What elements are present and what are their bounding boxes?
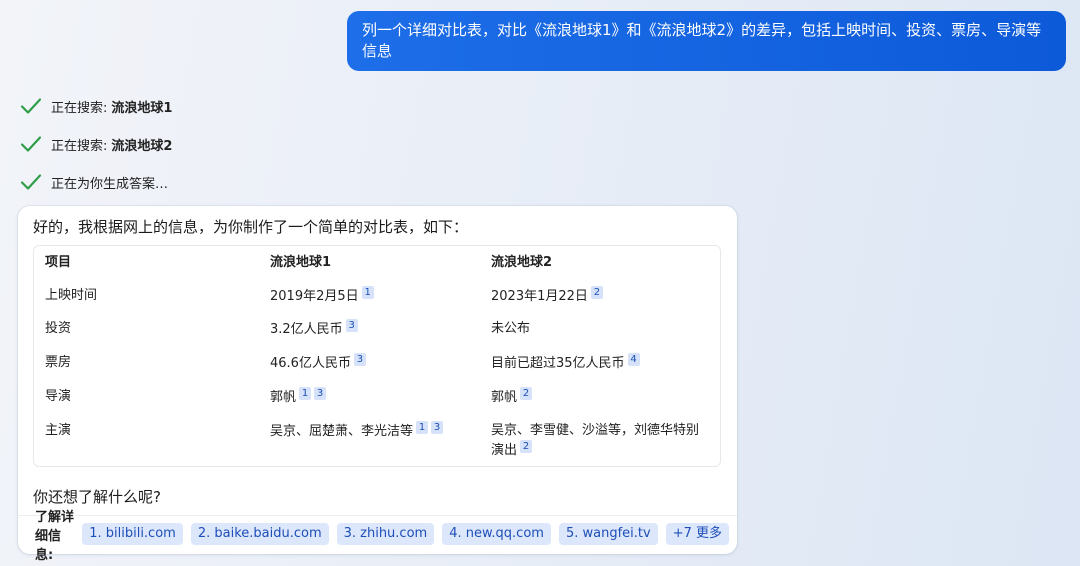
- table-cell: 46.6亿人民币 3: [270, 353, 366, 373]
- checkmark-icon: [20, 174, 42, 190]
- source-chip-qq[interactable]: 4. new.qq.com: [442, 523, 551, 545]
- divider: [18, 515, 737, 516]
- cell-text: 郭帆: [270, 390, 297, 405]
- cell-text: 郭帆: [491, 390, 518, 405]
- citation-badge[interactable]: 1: [299, 387, 312, 400]
- checkmark-icon: [20, 136, 42, 152]
- table-header-film1: 流浪地球1: [270, 255, 332, 270]
- citation-badge[interactable]: 2: [590, 286, 603, 299]
- search-step-prefix: 正在搜索:: [51, 138, 108, 154]
- followup-question: 你还想了解什么呢?: [33, 488, 161, 506]
- search-step-2: 正在搜索: 流浪地球2: [20, 133, 172, 155]
- comparison-table: 项目 流浪地球1 流浪地球2 上映时间 2019年2月5日 1 2023年1月22…: [33, 245, 721, 467]
- citation-badge[interactable]: 4: [627, 353, 640, 366]
- table-row-label: 投资: [45, 321, 72, 336]
- table-row-label: 主演: [45, 423, 72, 438]
- table-cell: 2019年2月5日 1: [270, 286, 374, 306]
- cell-text: 演出: [491, 443, 518, 458]
- learn-more-label: 了解详细信息:: [35, 509, 75, 563]
- table-cell: 郭帆 1 3: [270, 387, 327, 407]
- search-step-prefix: 正在搜索:: [51, 100, 108, 116]
- cell-text: 目前已超过35亿人民币: [491, 356, 625, 371]
- source-chip-wangfei[interactable]: 5. wangfei.tv: [558, 523, 658, 545]
- source-chip-baike[interactable]: 2. baike.baidu.com: [190, 523, 329, 545]
- table-cell: 吴京、屈楚萧、李光洁等 1 3: [270, 421, 444, 441]
- generating-step-text: 正在为你生成答案…: [51, 176, 169, 192]
- source-chip-bilibili[interactable]: 1. bilibili.com: [82, 523, 183, 545]
- cell-text: 吴京、屈楚萧、李光洁等: [270, 424, 414, 439]
- table-cell: 3.2亿人民币 3: [270, 319, 358, 339]
- citation-badge[interactable]: 1: [361, 286, 374, 299]
- citation-badge[interactable]: 3: [345, 319, 358, 332]
- generating-step: 正在为你生成答案…: [20, 171, 168, 193]
- checkmark-icon: [20, 98, 42, 114]
- table-header-item: 项目: [45, 255, 72, 270]
- cell-text: 2023年1月22日: [491, 289, 588, 304]
- cell-text: 46.6亿人民币: [270, 356, 351, 371]
- source-chip-zhihu[interactable]: 3. zhihu.com: [336, 523, 435, 545]
- citation-badge[interactable]: 1: [416, 421, 429, 434]
- cell-text: 3.2亿人民币: [270, 322, 343, 337]
- search-step-term: 流浪地球2: [111, 138, 173, 154]
- learn-more-row: 了解详细信息: 1. bilibili.com 2. baike.baidu.c…: [35, 510, 737, 563]
- cell-text-line: 吴京、李雪健、沙溢等，刘德华特别: [491, 423, 700, 438]
- table-row-label: 导演: [45, 389, 72, 404]
- search-step-1: 正在搜索: 流浪地球1: [20, 95, 172, 117]
- citation-badge[interactable]: 2: [520, 440, 533, 453]
- citation-badge[interactable]: 3: [314, 387, 327, 400]
- answer-intro: 好的，我根据网上的信息，为你制作了一个简单的对比表，如下：: [33, 218, 469, 236]
- table-row-label: 票房: [45, 355, 72, 370]
- citation-badge[interactable]: 2: [520, 387, 533, 400]
- table-row-label: 上映时间: [45, 288, 98, 303]
- table-cell: 吴京、李雪健、沙溢等，刘德华特别 演出 2: [491, 421, 699, 460]
- cell-text-line-2: 演出 2: [491, 440, 699, 460]
- table-cell: 郭帆 2: [491, 387, 533, 407]
- citation-badge[interactable]: 3: [431, 421, 444, 434]
- citation-badge[interactable]: 3: [353, 353, 366, 366]
- search-step-term: 流浪地球1: [111, 100, 173, 116]
- cell-text: 2019年2月5日: [270, 289, 359, 304]
- user-message-bubble: 列一个详细对比表，对比《流浪地球1》和《流浪地球2》的差异，包括上映时间、投资、…: [347, 11, 1066, 71]
- answer-card: 好的，我根据网上的信息，为你制作了一个简单的对比表，如下： 项目 流浪地球1 流…: [18, 206, 737, 563]
- table-cell: 目前已超过35亿人民币 4: [491, 353, 640, 373]
- user-message-text: 列一个详细对比表，对比《流浪地球1》和《流浪地球2》的差异，包括上映时间、投资、…: [362, 21, 1042, 60]
- table-header-film2: 流浪地球2: [491, 255, 553, 270]
- more-sources-button[interactable]: +7 更多: [665, 523, 729, 545]
- table-cell: 未公布: [491, 321, 531, 336]
- table-cell: 2023年1月22日 2: [491, 286, 603, 306]
